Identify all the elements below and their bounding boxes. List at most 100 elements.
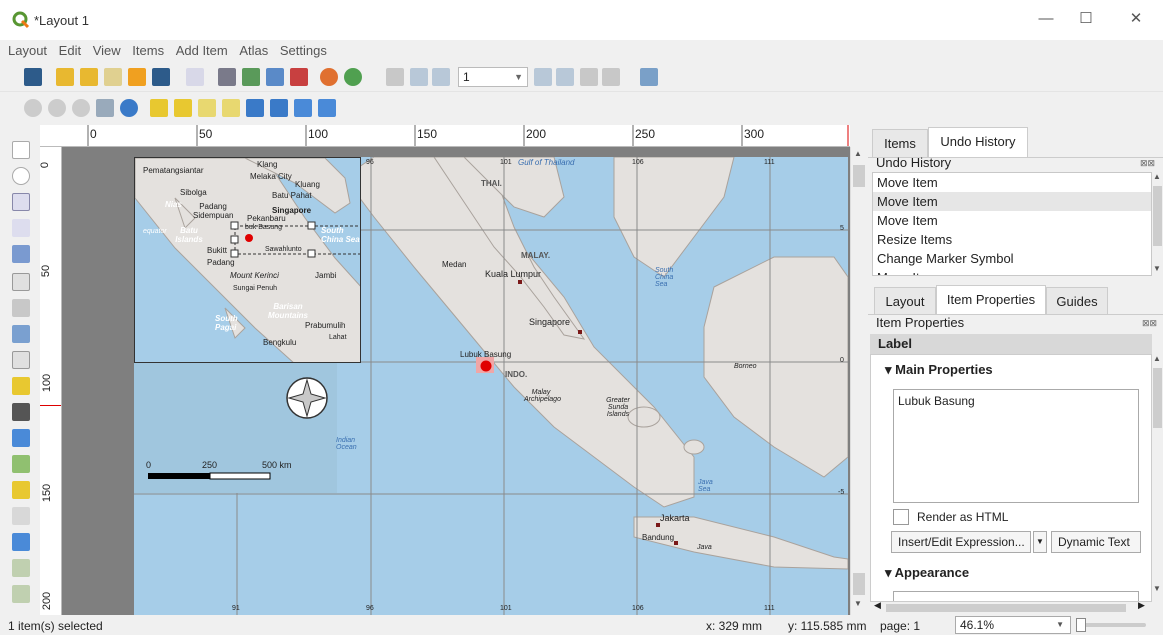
add-north-arrow-icon[interactable] bbox=[12, 429, 30, 447]
add-label-icon[interactable] bbox=[12, 351, 30, 369]
scroll-thumb[interactable] bbox=[853, 165, 865, 187]
add-fixed-table-icon[interactable] bbox=[12, 585, 30, 603]
raise-items-icon[interactable] bbox=[246, 99, 264, 117]
group-items-icon[interactable] bbox=[198, 99, 216, 117]
tab-guides[interactable]: Guides bbox=[1046, 287, 1108, 315]
menu-atlas[interactable]: Atlas bbox=[239, 40, 268, 62]
menu-edit[interactable]: Edit bbox=[59, 40, 81, 62]
add-scalebar-icon[interactable] bbox=[12, 403, 30, 421]
menu-items[interactable]: Items bbox=[132, 40, 164, 62]
zoom-slider[interactable] bbox=[1076, 618, 1146, 632]
maximize-icon[interactable]: ☐ bbox=[1066, 8, 1106, 32]
add-map-icon[interactable] bbox=[12, 273, 30, 291]
tab-undo-history[interactable]: Undo History bbox=[928, 127, 1028, 157]
dock-close-icon[interactable]: ⊠⊠ bbox=[1140, 158, 1155, 169]
scroll-down-icon[interactable]: ▼ bbox=[1153, 264, 1161, 273]
print-atlas-icon[interactable] bbox=[580, 68, 598, 86]
add-3d-map-icon[interactable] bbox=[12, 299, 30, 317]
scroll-down-icon[interactable]: ▼ bbox=[854, 599, 862, 608]
resize-items-icon[interactable] bbox=[318, 99, 336, 117]
properties-hscrollbar[interactable]: ◀ ▶ bbox=[870, 600, 1152, 614]
appearance-field[interactable] bbox=[893, 591, 1139, 601]
menu-layout[interactable]: Layout bbox=[8, 40, 47, 62]
export-svg-icon[interactable] bbox=[266, 68, 284, 86]
atlas-settings-icon[interactable] bbox=[640, 68, 658, 86]
dock-close-icon[interactable]: ⊠⊠ bbox=[1142, 318, 1157, 329]
list-item[interactable]: Move Item bbox=[873, 173, 1151, 192]
add-shape-icon[interactable] bbox=[12, 455, 30, 473]
print-icon[interactable] bbox=[218, 68, 236, 86]
menu-add-item[interactable]: Add Item bbox=[176, 40, 228, 62]
zoom-full-icon[interactable] bbox=[96, 99, 114, 117]
save-icon[interactable] bbox=[24, 68, 42, 86]
page-setup-icon[interactable] bbox=[186, 68, 204, 86]
scroll-thumb[interactable] bbox=[853, 573, 865, 595]
add-attribute-table-icon[interactable] bbox=[12, 559, 30, 577]
duplicate-layout-icon[interactable] bbox=[80, 68, 98, 86]
export-image-icon[interactable] bbox=[242, 68, 260, 86]
zoom-combo[interactable]: 46.1% ▼ bbox=[955, 616, 1071, 634]
add-node-item-icon[interactable] bbox=[12, 533, 30, 551]
zoom-out-icon[interactable] bbox=[48, 99, 66, 117]
add-marker-icon[interactable] bbox=[12, 481, 30, 499]
lock-items-icon[interactable] bbox=[150, 99, 168, 117]
list-item[interactable]: Move Item bbox=[873, 211, 1151, 230]
select-move-icon[interactable] bbox=[12, 193, 30, 211]
label-text-area[interactable]: Lubuk Basung bbox=[893, 389, 1139, 503]
refresh-icon[interactable] bbox=[120, 99, 138, 117]
dynamic-text-button[interactable]: Dynamic Text bbox=[1051, 531, 1141, 553]
list-item[interactable]: Resize Items bbox=[873, 230, 1151, 249]
insert-expression-button[interactable]: Insert/Edit Expression... bbox=[891, 531, 1031, 553]
redo-icon[interactable] bbox=[344, 68, 362, 86]
unlock-items-icon[interactable] bbox=[174, 99, 192, 117]
properties-scrollbar[interactable]: ▲ ▼ bbox=[1152, 354, 1163, 602]
inset-map-item[interactable]: Pematangsiantar Klang Melaka City Kluang… bbox=[134, 157, 361, 363]
menu-settings[interactable]: Settings bbox=[280, 40, 327, 62]
atlas-preview-icon[interactable] bbox=[386, 68, 404, 86]
scroll-down-icon[interactable]: ▼ bbox=[1153, 584, 1161, 593]
distribute-items-icon[interactable] bbox=[294, 99, 312, 117]
canvas-vertical-scrollbar[interactable]: ▲ ▼ bbox=[850, 147, 866, 615]
render-html-checkbox[interactable] bbox=[893, 509, 909, 525]
scroll-thumb[interactable] bbox=[1153, 368, 1162, 428]
edit-nodes-icon[interactable] bbox=[12, 245, 30, 263]
prev-feature-icon[interactable] bbox=[432, 68, 450, 86]
tab-item-properties[interactable]: Item Properties bbox=[936, 285, 1046, 315]
scroll-up-icon[interactable]: ▲ bbox=[1153, 172, 1161, 181]
add-picture-icon[interactable] bbox=[12, 325, 30, 343]
scroll-right-icon[interactable]: ▶ bbox=[1138, 600, 1145, 611]
align-items-icon[interactable] bbox=[270, 99, 288, 117]
tab-layout[interactable]: Layout bbox=[874, 287, 936, 315]
list-item[interactable]: Move Item bbox=[873, 192, 1151, 211]
layout-canvas[interactable]: Gulf of Thailand THAI. MALAY. Medan Kual… bbox=[62, 147, 850, 615]
open-template-icon[interactable] bbox=[128, 68, 146, 86]
zoom-slider-handle[interactable] bbox=[1076, 618, 1086, 632]
new-layout-icon[interactable] bbox=[56, 68, 74, 86]
export-atlas-icon[interactable] bbox=[602, 68, 620, 86]
undo-icon[interactable] bbox=[320, 68, 338, 86]
appearance-header[interactable]: ▾ Appearance bbox=[885, 565, 969, 581]
ungroup-items-icon[interactable] bbox=[222, 99, 240, 117]
zoom-tool-icon[interactable] bbox=[12, 167, 30, 185]
tab-items[interactable]: Items bbox=[872, 129, 928, 157]
chevron-down-icon[interactable]: ▼ bbox=[1033, 531, 1047, 553]
undo-history-list[interactable]: Move Item Move Item Move Item Resize Ite… bbox=[872, 172, 1152, 276]
zoom-in-icon[interactable] bbox=[24, 99, 42, 117]
list-item[interactable]: Move Item bbox=[873, 268, 1151, 275]
scroll-up-icon[interactable]: ▲ bbox=[1153, 354, 1161, 363]
menu-view[interactable]: View bbox=[93, 40, 121, 62]
save-template-icon[interactable] bbox=[152, 68, 170, 86]
main-properties-header[interactable]: ▾ Main Properties bbox=[885, 362, 993, 378]
layout-manager-icon[interactable] bbox=[104, 68, 122, 86]
scroll-thumb[interactable] bbox=[1153, 186, 1162, 246]
add-arrow-icon[interactable] bbox=[12, 507, 30, 525]
pan-icon[interactable] bbox=[12, 141, 30, 159]
add-legend-icon[interactable] bbox=[12, 377, 30, 395]
scroll-thumb[interactable] bbox=[886, 604, 1126, 612]
next-feature-icon[interactable] bbox=[534, 68, 552, 86]
scroll-left-icon[interactable]: ◀ bbox=[874, 600, 881, 611]
undo-scrollbar[interactable]: ▲ ▼ bbox=[1152, 172, 1163, 276]
list-item[interactable]: Change Marker Symbol bbox=[873, 249, 1151, 268]
minimize-icon[interactable]: — bbox=[1026, 8, 1066, 32]
first-feature-icon[interactable] bbox=[410, 68, 428, 86]
